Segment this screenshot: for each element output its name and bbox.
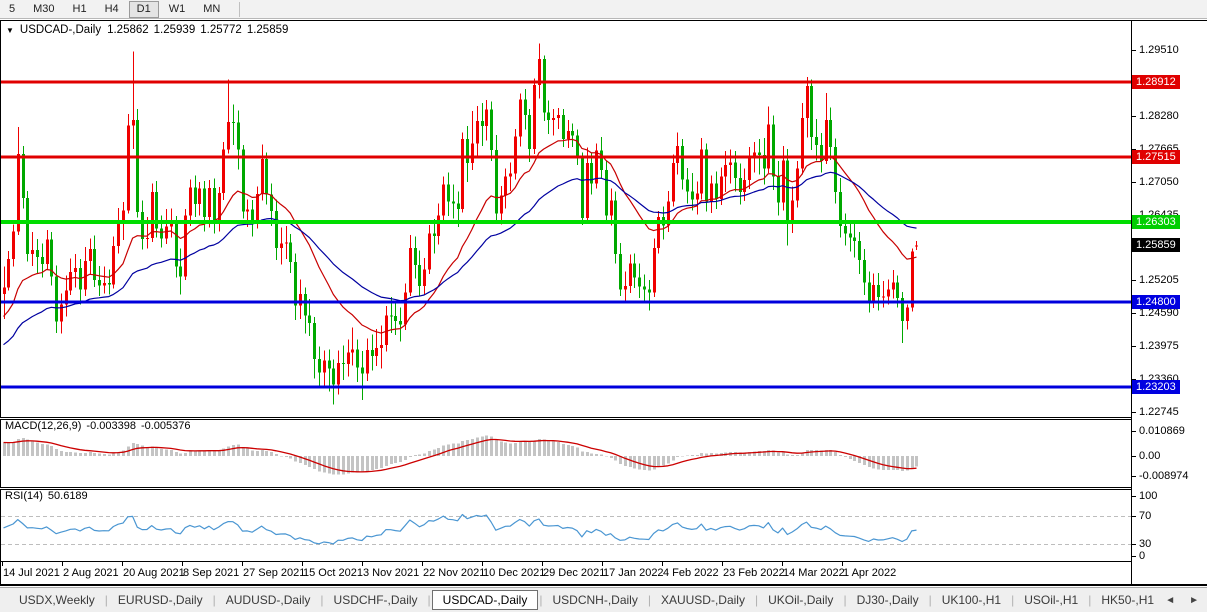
bar-close-value: 1.25859 (246, 24, 289, 36)
axis-tick-mark (1131, 455, 1136, 457)
macd-label-row: MACD(12,26,9) -0.003398 -0.005376 (5, 420, 191, 432)
price-tick-label: 1.28280 (1139, 109, 1179, 122)
price-badge: 1.26303 (1132, 214, 1180, 229)
axis-tick-mark (1131, 345, 1136, 347)
date-tick-label: 29 Dec 2021 (543, 567, 606, 579)
price-tick-label: 1.22745 (1139, 405, 1179, 418)
date-tick-label: 14 Mar 2022 (783, 567, 845, 579)
date-tick-label: 14 Jul 2021 (3, 567, 60, 579)
rsi-indicator-label: RSI(14) (5, 490, 43, 502)
axis-tick-mark (1131, 115, 1136, 117)
macd-tick-label: -0.008974 (1139, 470, 1189, 483)
bar-high-value: 1.25939 (153, 24, 196, 36)
macd-tick-label: 0.010869 (1139, 424, 1185, 437)
rsi-tick-label: 70 (1139, 510, 1152, 523)
date-tick-label: 1 Apr 2022 (843, 567, 897, 579)
date-tick-label: 17 Jan 2022 (603, 567, 664, 579)
date-tick-label: 15 Oct 2021 (303, 567, 363, 579)
rsi-value: 50.6189 (47, 490, 88, 502)
price-tick-label: 1.23975 (1139, 339, 1179, 352)
axis-tick-mark (1131, 496, 1136, 497)
axis-tick-mark (1131, 556, 1136, 557)
axis-tick-mark (1131, 476, 1136, 478)
trading-terminal-window: 5 M30 H1 H4 D1 W1 MN ▼ USDCAD-,Daily 1.25862 1… (0, 0, 1207, 612)
date-tick-label: 3 Nov 2021 (363, 567, 420, 579)
price-tick-label: 1.25205 (1139, 274, 1179, 287)
axis-tick-mark (1131, 313, 1136, 315)
axis-tick-mark (1131, 411, 1136, 413)
date-tick-label: 2 Aug 2021 (63, 567, 119, 579)
axis-tick-mark (1131, 544, 1136, 546)
price-badge: 1.25859 (1132, 238, 1180, 253)
date-tick-label: 23 Feb 2022 (723, 567, 785, 579)
rsi-tick-label: 100 (1139, 490, 1158, 502)
macd-tick-label: 0.00 (1139, 449, 1161, 462)
price-tick-label: 1.24590 (1139, 307, 1179, 320)
axis-tick-mark (1131, 181, 1136, 183)
date-tick-label: 4 Feb 2022 (663, 567, 719, 579)
price-axis: 1.295101.282801.276651.270501.264351.252… (1131, 19, 1207, 586)
macd-signal-value: -0.005376 (140, 420, 191, 432)
bar-open-value: 1.25862 (107, 24, 149, 36)
chart-canvas[interactable] (0, 0, 1207, 612)
price-badge: 1.24800 (1132, 294, 1180, 309)
bar-low-value: 1.25772 (200, 24, 242, 36)
date-tick-label: 20 Aug 2021 (123, 567, 185, 579)
macd-indicator-label: MACD(12,26,9) (5, 420, 82, 432)
rsi-tick-label: 30 (1139, 538, 1152, 551)
axis-tick-mark (1131, 516, 1136, 518)
price-badge: 1.28912 (1132, 75, 1180, 90)
date-tick-label: 8 Sep 2021 (183, 567, 240, 579)
price-badge: 1.23203 (1132, 380, 1180, 395)
price-tick-label: 1.29510 (1139, 44, 1179, 57)
quick-trade-dropdown-icon[interactable]: ▼ (6, 26, 14, 35)
axis-tick-mark (1131, 430, 1136, 432)
axis-tick-mark (1131, 50, 1136, 52)
price-tick-label: 1.27050 (1139, 175, 1179, 188)
macd-main-value: -0.003398 (86, 420, 136, 432)
date-tick-label: 22 Nov 2021 (423, 567, 486, 579)
chart-symbol-period: USDCAD-,Daily (19, 24, 102, 36)
date-axis: 14 Jul 2021 2 Aug 2021 20 Aug 2021 8 Sep 20… (0, 562, 1131, 585)
rsi-label-row: RSI(14) 50.6189 (5, 490, 88, 502)
date-tick-label: 10 Dec 2021 (483, 567, 546, 579)
date-tick-label: 27 Sep 2021 (243, 567, 306, 579)
chart-title-overlay: ▼ USDCAD-,Daily 1.25862 1.25939 1.25772 … (6, 24, 288, 36)
rsi-tick-label: 0 (1139, 550, 1146, 562)
axis-tick-mark (1131, 280, 1136, 282)
price-badge: 1.27515 (1132, 149, 1180, 164)
